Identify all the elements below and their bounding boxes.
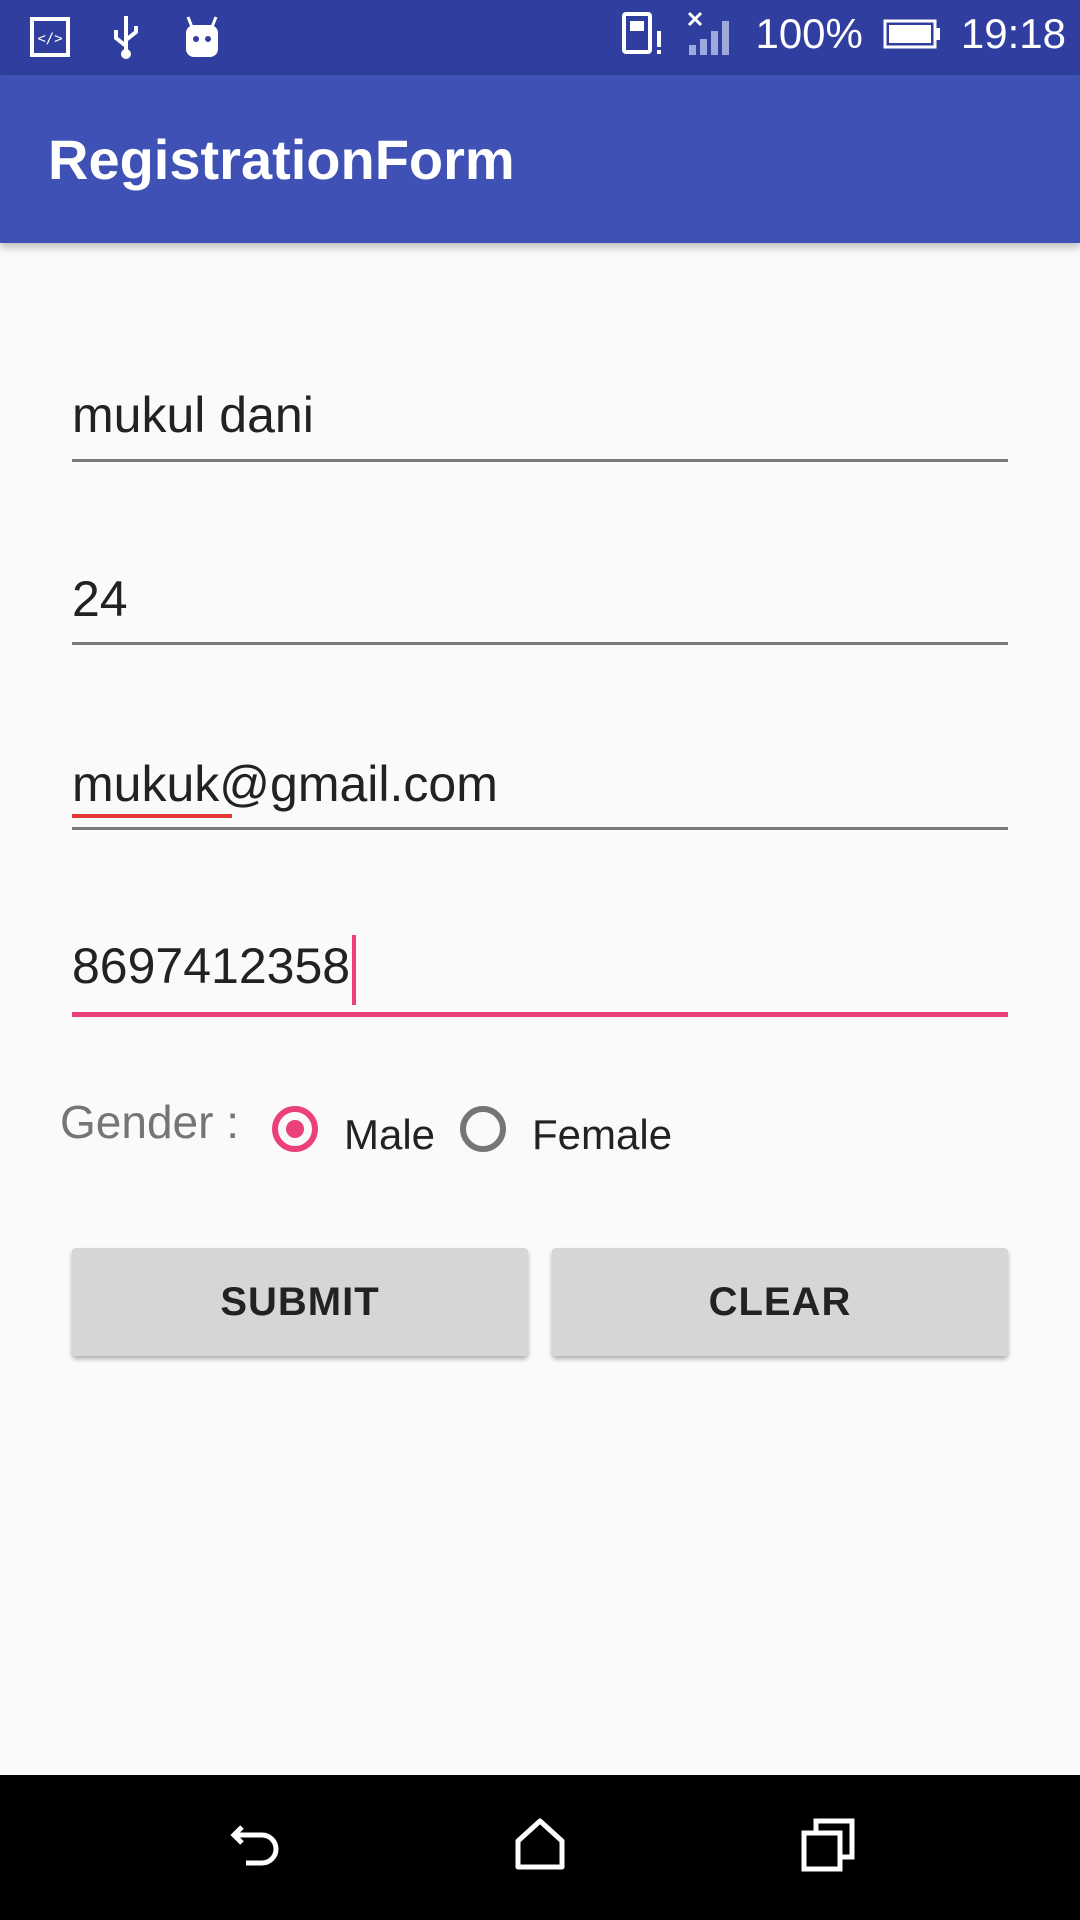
submit-button[interactable]: SUBMIT (72, 1248, 528, 1356)
app-bar: RegistrationForm (0, 75, 1080, 243)
radio-female[interactable] (460, 1106, 506, 1152)
recents-icon[interactable] (800, 1817, 856, 1878)
email-field[interactable]: mukuk@gmail.com (72, 754, 1008, 830)
back-icon[interactable] (228, 1817, 284, 1878)
phone-value: 8697412358 (72, 935, 357, 1005)
spellcheck-underline (72, 814, 232, 818)
radio-male-label[interactable]: Male (344, 1111, 435, 1159)
age-field[interactable]: 24 (72, 569, 1008, 645)
phone-field[interactable]: 8697412358 (72, 935, 1008, 1017)
age-value: 24 (72, 571, 128, 627)
sim-alert-icon (621, 11, 665, 57)
radio-female-label[interactable]: Female (532, 1111, 672, 1159)
name-value: mukul dani (72, 387, 314, 443)
app-title: RegistrationForm (48, 128, 515, 191)
clock: 19:18 (960, 10, 1066, 57)
clear-button[interactable]: CLEAR (552, 1248, 1008, 1356)
name-underline (72, 459, 1008, 462)
battery-icon (883, 19, 941, 49)
gender-label: Gender : (60, 1096, 239, 1148)
email-text: mukuk@gmail.com (72, 756, 498, 812)
home-icon[interactable] (512, 1817, 568, 1878)
signal-no-data-icon (685, 11, 735, 57)
battery-percent: 100% (755, 10, 863, 57)
text-cursor (352, 935, 357, 1005)
phone-underline (72, 1012, 1008, 1017)
code-icon: </> (30, 17, 70, 57)
age-underline (72, 642, 1008, 645)
email-underline (72, 827, 1008, 830)
radio-male[interactable] (272, 1106, 318, 1152)
nav-bar (0, 1775, 1080, 1920)
usb-icon (110, 14, 142, 60)
android-icon (182, 15, 222, 59)
name-field[interactable]: mukul dani (72, 385, 1008, 462)
svg-text:</>: </> (37, 31, 62, 47)
email-value: mukuk@gmail.com (72, 754, 498, 818)
status-bar: </> 100% 19:18 (0, 0, 1080, 75)
phone-text: 8697412358 (72, 938, 351, 995)
